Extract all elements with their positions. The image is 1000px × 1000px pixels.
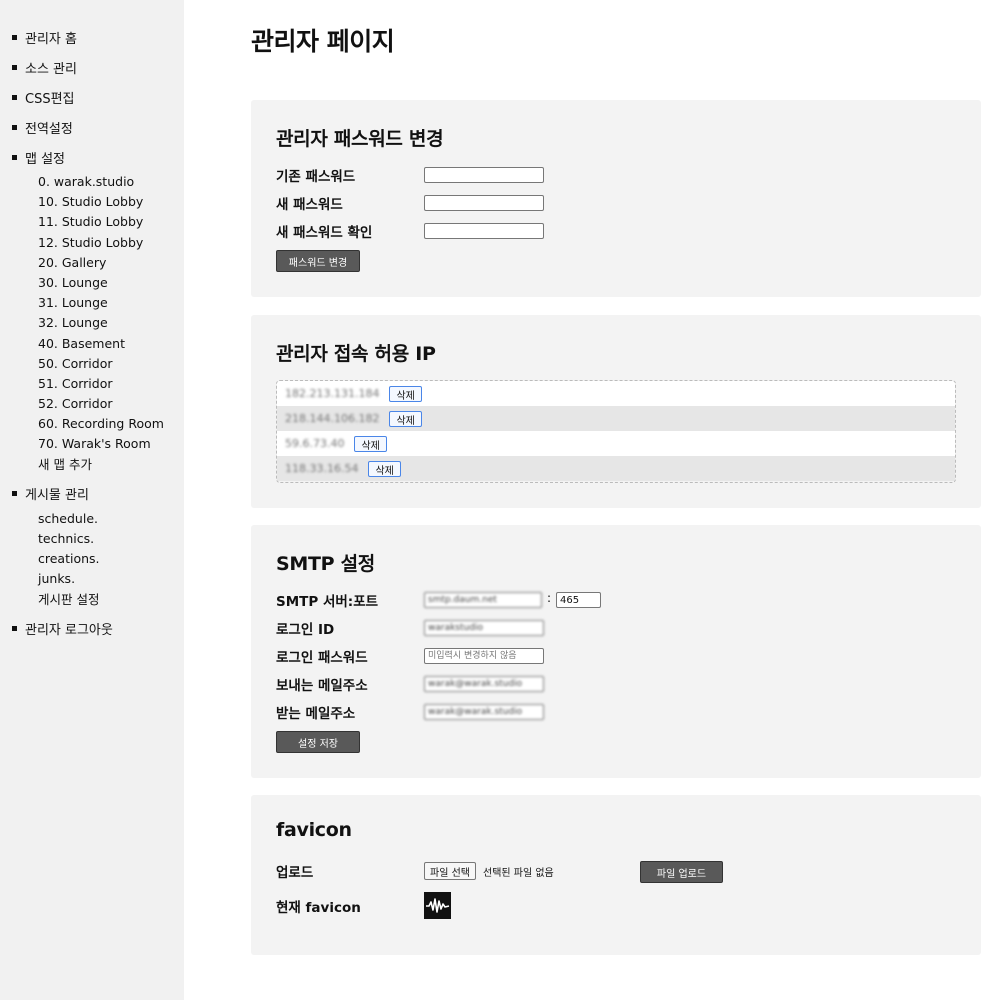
login-id-field[interactable] bbox=[424, 620, 544, 636]
map-item[interactable]: 51. Corridor bbox=[0, 374, 184, 394]
map-item[interactable]: 60. Recording Room bbox=[0, 414, 184, 434]
nav-label: 전역설정 bbox=[25, 121, 73, 137]
board-item[interactable]: schedule. bbox=[0, 509, 184, 529]
nav-label: 관리자 로그아웃 bbox=[25, 623, 113, 639]
nav-map-settings[interactable]: 맵 설정 bbox=[0, 142, 184, 172]
delete-ip-button[interactable]: 삭제 bbox=[354, 435, 387, 452]
nav-label: 관리자 홈 bbox=[25, 31, 77, 47]
new-password-field[interactable] bbox=[424, 195, 544, 211]
nav-label: 맵 설정 bbox=[25, 151, 66, 167]
current-favicon-label: 현재 favicon bbox=[276, 900, 361, 916]
delete-ip-button[interactable]: 삭제 bbox=[389, 385, 422, 402]
nav-label: CSS편집 bbox=[25, 91, 75, 107]
sender-email-field[interactable] bbox=[424, 676, 544, 692]
bullet-icon bbox=[12, 94, 17, 100]
map-item[interactable]: 20. Gallery bbox=[0, 253, 184, 273]
sender-email-label: 보내는 메일주소 bbox=[276, 678, 368, 694]
page-title: 관리자 페이지 bbox=[251, 27, 395, 56]
bullet-icon bbox=[12, 124, 17, 130]
receiver-email-field[interactable] bbox=[424, 704, 544, 720]
current-password-field[interactable] bbox=[424, 167, 544, 183]
delete-ip-button[interactable]: 삭제 bbox=[368, 460, 401, 477]
ip-row: 118.33.16.54 삭제 bbox=[277, 456, 955, 481]
current-password-label: 기존 패스워드 bbox=[276, 169, 356, 185]
login-password-label: 로그인 패스워드 bbox=[276, 650, 368, 666]
map-item[interactable]: 10. Studio Lobby bbox=[0, 192, 184, 212]
upload-file-button[interactable]: 파일 업로드 bbox=[640, 861, 723, 883]
nav-source-management[interactable]: 소스 관리 bbox=[0, 52, 184, 82]
confirm-password-field[interactable] bbox=[424, 223, 544, 239]
bullet-icon bbox=[12, 626, 17, 632]
map-list: 0. warak.studio 10. Studio Lobby 11. Stu… bbox=[0, 172, 184, 475]
map-item[interactable]: 11. Studio Lobby bbox=[0, 212, 184, 232]
nav-label: 소스 관리 bbox=[25, 61, 77, 77]
bullet-icon bbox=[12, 154, 17, 160]
nav-global-settings[interactable]: 전역설정 bbox=[0, 112, 184, 142]
nav-post-management[interactable]: 게시물 관리 bbox=[0, 479, 184, 509]
nav-admin-home[interactable]: 관리자 홈 bbox=[0, 22, 184, 52]
bullet-icon bbox=[12, 34, 17, 40]
port-separator: : bbox=[547, 591, 552, 605]
map-item[interactable]: 70. Warak's Room bbox=[0, 434, 184, 454]
map-item[interactable]: 40. Basement bbox=[0, 334, 184, 354]
choose-file-button[interactable]: 파일 선택 bbox=[424, 862, 476, 880]
map-item[interactable]: 0. warak.studio bbox=[0, 172, 184, 192]
nav-label: 게시물 관리 bbox=[25, 488, 89, 504]
board-item[interactable]: junks. bbox=[0, 569, 184, 589]
allowed-ip-panel: 관리자 접속 허용 IP 182.213.131.184 삭제 218.144.… bbox=[251, 315, 981, 508]
sidebar: 관리자 홈 소스 관리 CSS편집 전역설정 맵 설정 0. warak.stu… bbox=[0, 0, 184, 1000]
map-item[interactable]: 52. Corridor bbox=[0, 394, 184, 414]
smtp-server-field[interactable] bbox=[424, 592, 542, 608]
bullet-icon bbox=[12, 491, 17, 497]
board-item[interactable]: creations. bbox=[0, 549, 184, 569]
waveform-favicon-icon bbox=[424, 892, 451, 919]
map-item[interactable]: 32. Lounge bbox=[0, 313, 184, 333]
board-settings-link[interactable]: 게시판 설정 bbox=[0, 590, 184, 610]
ip-address: 59.6.73.40 bbox=[285, 437, 345, 450]
board-item[interactable]: technics. bbox=[0, 529, 184, 549]
board-list: schedule. technics. creations. junks. 게시… bbox=[0, 509, 184, 610]
panel-title: 관리자 패스워드 변경 bbox=[276, 128, 444, 150]
ip-row: 218.144.106.182 삭제 bbox=[277, 406, 955, 431]
ip-address: 118.33.16.54 bbox=[285, 462, 359, 475]
panel-title: 관리자 접속 허용 IP bbox=[276, 343, 436, 365]
new-password-label: 새 패스워드 bbox=[276, 197, 343, 213]
favicon-panel: favicon 업로드 파일 선택 선택된 파일 없음 파일 업로드 현재 fa… bbox=[251, 795, 981, 955]
nav-css-edit[interactable]: CSS편집 bbox=[0, 82, 184, 112]
map-item[interactable]: 50. Corridor bbox=[0, 354, 184, 374]
ip-list: 182.213.131.184 삭제 218.144.106.182 삭제 59… bbox=[276, 380, 956, 483]
confirm-password-label: 새 패스워드 확인 bbox=[276, 225, 373, 241]
ip-row: 182.213.131.184 삭제 bbox=[277, 381, 955, 406]
change-password-button[interactable]: 패스워드 변경 bbox=[276, 250, 360, 272]
smtp-server-label: SMTP 서버:포트 bbox=[276, 594, 379, 610]
receiver-email-label: 받는 메일주소 bbox=[276, 706, 356, 722]
login-id-label: 로그인 ID bbox=[276, 622, 335, 638]
bullet-icon bbox=[12, 64, 17, 70]
map-item[interactable]: 30. Lounge bbox=[0, 273, 184, 293]
ip-address: 182.213.131.184 bbox=[285, 387, 380, 400]
smtp-port-field[interactable] bbox=[556, 592, 601, 608]
nav-admin-logout[interactable]: 관리자 로그아웃 bbox=[0, 614, 184, 644]
password-panel: 관리자 패스워드 변경 기존 패스워드 새 패스워드 새 패스워드 확인 패스워… bbox=[251, 100, 981, 297]
delete-ip-button[interactable]: 삭제 bbox=[389, 410, 422, 427]
ip-row: 59.6.73.40 삭제 bbox=[277, 431, 955, 456]
map-item[interactable]: 12. Studio Lobby bbox=[0, 233, 184, 253]
smtp-panel: SMTP 설정 SMTP 서버:포트 : 로그인 ID 로그인 패스워드 보내는… bbox=[251, 525, 981, 778]
save-settings-button[interactable]: 설정 저장 bbox=[276, 731, 360, 753]
panel-title: favicon bbox=[276, 819, 352, 841]
panel-title: SMTP 설정 bbox=[276, 553, 375, 575]
login-password-field[interactable] bbox=[424, 648, 544, 664]
no-file-text: 선택된 파일 없음 bbox=[483, 868, 554, 879]
upload-label: 업로드 bbox=[276, 865, 314, 881]
ip-address: 218.144.106.182 bbox=[285, 412, 380, 425]
map-item[interactable]: 31. Lounge bbox=[0, 293, 184, 313]
add-map-link[interactable]: 새 맵 추가 bbox=[0, 455, 184, 475]
